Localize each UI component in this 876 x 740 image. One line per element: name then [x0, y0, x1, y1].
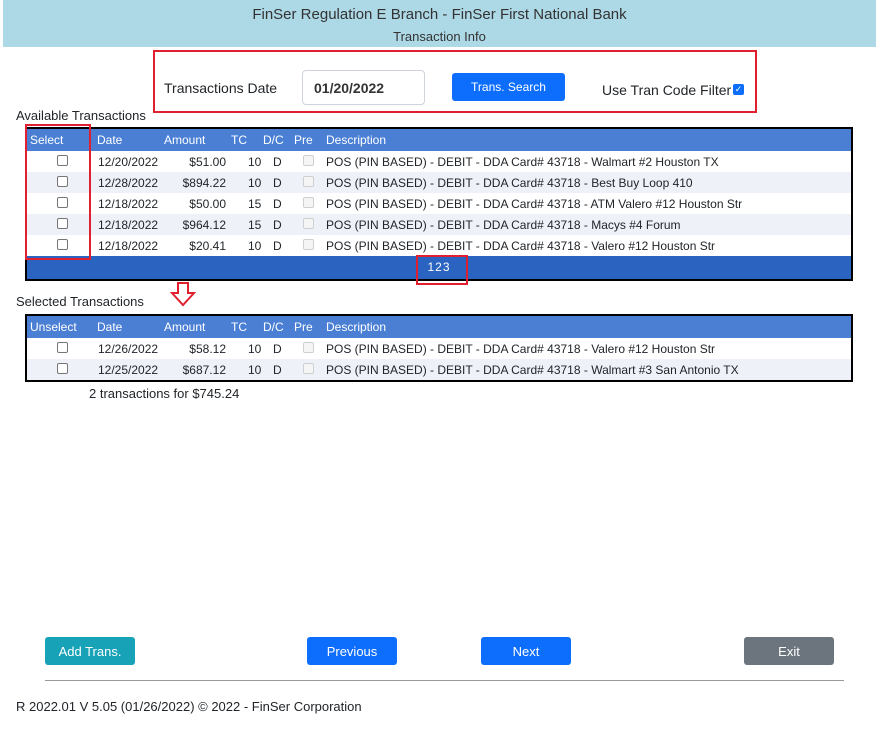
row-amount: $20.41 [189, 239, 226, 253]
trans-search-button[interactable]: Trans. Search [452, 73, 565, 101]
col-date: Date [97, 320, 123, 334]
row-description: POS (PIN BASED) - DEBIT - DDA Card# 4371… [326, 218, 681, 232]
row-amount: $894.22 [182, 176, 226, 190]
row-dc: D [273, 218, 282, 232]
row-date: 12/18/2022 [98, 239, 159, 253]
row-tc: 10 [248, 155, 262, 169]
row-tc: 10 [248, 176, 262, 190]
row-amount: $51.00 [189, 155, 226, 169]
row-dc: D [273, 363, 282, 377]
pre-checkbox [303, 197, 314, 208]
row-dc: D [273, 176, 282, 190]
pager-highlight-box [416, 255, 468, 285]
table-row: 12/28/2022 $894.22 10 D POS (PIN BASED) … [27, 172, 851, 193]
col-dc: D/C [263, 133, 284, 147]
row-date: 12/20/2022 [98, 155, 159, 169]
row-description: POS (PIN BASED) - DEBIT - DDA Card# 4371… [326, 197, 743, 211]
row-description: POS (PIN BASED) - DEBIT - DDA Card# 4371… [326, 176, 693, 190]
row-tc: 15 [248, 218, 262, 232]
tran-code-filter-checkbox[interactable]: ✓ [733, 84, 744, 95]
row-date: 12/28/2022 [98, 176, 159, 190]
pre-checkbox [303, 342, 314, 353]
select-column-highlight-box [25, 124, 91, 260]
tran-code-filter-label: Use Tran Code Filter [602, 82, 732, 98]
row-amount: $58.12 [189, 342, 226, 356]
unselect-checkbox[interactable] [57, 342, 68, 353]
row-date: 12/25/2022 [98, 363, 159, 377]
col-pre: Pre [294, 133, 313, 147]
previous-button[interactable]: Previous [307, 637, 397, 665]
available-transactions-title: Available Transactions [16, 108, 146, 123]
row-tc: 10 [248, 239, 262, 253]
app-title: FinSer Regulation E Branch - FinSer Firs… [252, 6, 627, 23]
table-row: 12/18/2022 $50.00 15 D POS (PIN BASED) -… [27, 193, 851, 214]
transactions-date-input[interactable] [302, 70, 425, 105]
row-date: 12/18/2022 [98, 218, 159, 232]
unselect-checkbox[interactable] [57, 363, 68, 374]
row-tc: 10 [248, 342, 262, 356]
pre-checkbox [303, 363, 314, 374]
footer-divider [45, 680, 844, 681]
row-date: 12/18/2022 [98, 197, 159, 211]
transactions-date-label: Transactions Date [164, 80, 278, 96]
pre-checkbox [303, 176, 314, 187]
next-button[interactable]: Next [481, 637, 571, 665]
selected-table-header: Unselect Date Amount TC D/C Pre Descript… [27, 316, 851, 338]
col-tc: TC [231, 320, 247, 334]
pre-checkbox [303, 155, 314, 166]
col-description: Description [326, 133, 387, 147]
col-amount: Amount [164, 320, 206, 334]
selected-summary: 2 transactions for $745.24 [89, 386, 240, 401]
row-dc: D [273, 239, 282, 253]
col-dc: D/C [263, 320, 284, 334]
app-header: FinSer Regulation E Branch - FinSer Firs… [3, 0, 876, 47]
add-trans-button[interactable]: Add Trans. [45, 637, 135, 665]
row-tc: 15 [248, 197, 262, 211]
table-row: 12/26/2022 $58.12 10 D POS (PIN BASED) -… [27, 338, 851, 359]
row-tc: 10 [248, 363, 262, 377]
table-row: 12/18/2022 $964.12 15 D POS (PIN BASED) … [27, 214, 851, 235]
row-description: POS (PIN BASED) - DEBIT - DDA Card# 4371… [326, 363, 739, 377]
table-row: 12/25/2022 $687.12 10 D POS (PIN BASED) … [27, 359, 851, 380]
move-down-arrow-icon [170, 282, 196, 307]
col-pre: Pre [294, 320, 313, 334]
selected-transactions-title: Selected Transactions [16, 294, 144, 309]
row-description: POS (PIN BASED) - DEBIT - DDA Card# 4371… [326, 342, 716, 356]
col-date: Date [97, 133, 123, 147]
row-amount: $687.12 [182, 363, 226, 377]
col-amount: Amount [164, 133, 206, 147]
page-subtitle: Transaction Info [393, 29, 486, 44]
col-description: Description [326, 320, 387, 334]
pre-checkbox [303, 218, 314, 229]
row-description: POS (PIN BASED) - DEBIT - DDA Card# 4371… [326, 155, 719, 169]
pre-checkbox [303, 239, 314, 250]
col-tc: TC [231, 133, 247, 147]
row-description: POS (PIN BASED) - DEBIT - DDA Card# 4371… [326, 239, 716, 253]
available-table-header: Select Date Amount TC D/C Pre Descriptio… [27, 129, 851, 151]
col-unselect: Unselect [30, 320, 77, 334]
selected-transactions-table: Unselect Date Amount TC D/C Pre Descript… [25, 314, 853, 382]
row-dc: D [273, 155, 282, 169]
row-dc: D [273, 342, 282, 356]
exit-button[interactable]: Exit [744, 637, 834, 665]
row-dc: D [273, 197, 282, 211]
table-row: 12/18/2022 $20.41 10 D POS (PIN BASED) -… [27, 235, 851, 256]
row-amount: $50.00 [189, 197, 226, 211]
row-date: 12/26/2022 [98, 342, 159, 356]
footer-version: R 2022.01 V 5.05 (01/26/2022) © 2022 - F… [16, 699, 362, 714]
table-row: 12/20/2022 $51.00 10 D POS (PIN BASED) -… [27, 151, 851, 172]
row-amount: $964.12 [182, 218, 226, 232]
